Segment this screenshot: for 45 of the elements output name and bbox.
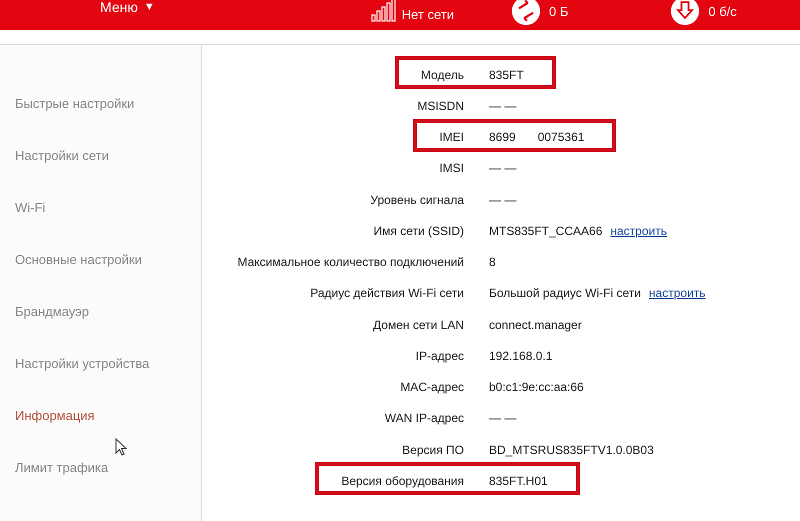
field-label: MSISDN — [417, 98, 464, 113]
sidebar-item[interactable]: Настройки сети — [0, 148, 109, 200]
field-label: Модель — [420, 68, 464, 82]
field-label: IMEI — [439, 130, 464, 144]
network-status: Нет сети — [402, 7, 454, 22]
field-label: Радиус действия Wi-Fi сети — [310, 286, 464, 300]
field-value: — — — [489, 411, 516, 426]
field-value: Большой радиус Wi-Fi сети — [489, 286, 641, 300]
field-label: IP-адрес — [416, 348, 464, 363]
speed-value: 0 б/с — [708, 4, 737, 19]
sidebar-item[interactable]: Основные настройки — [0, 252, 142, 304]
field-label: IMSI — [439, 161, 464, 176]
sidebar-item[interactable]: Быстрые настройки — [0, 96, 134, 148]
sidebar-item[interactable]: Информация — [0, 408, 95, 460]
field-value: 192.168.0.1 — [489, 348, 552, 363]
field-label: Максимальное количество подключений — [237, 255, 464, 270]
sidebar-item[interactable]: Лимит трафика — [0, 460, 108, 512]
sidebar-item[interactable]: Wi-Fi — [0, 200, 46, 252]
field-value: BD_MTSRUS835FTV1.0.0B03 — [489, 442, 654, 457]
field-value: 835FT — [489, 68, 524, 82]
traffic-value: 0 Б — [549, 4, 568, 19]
field-value: MTS835FT_CCAA66 — [489, 224, 602, 238]
sidebar-item[interactable]: Брандмауэр — [0, 304, 89, 356]
field-label: Версия оборудования — [341, 474, 464, 488]
configure-link[interactable]: настроить — [610, 224, 667, 238]
field-value: b0:c1:9e:cc:aa:66 — [489, 380, 584, 394]
menu-button[interactable]: Меню ▼ — [100, 0, 155, 14]
signal-icon — [370, 0, 397, 22]
field-value: — — — [489, 192, 516, 207]
field-label: MAC-адрес — [400, 380, 464, 394]
field-label: Версия ПО — [402, 442, 464, 457]
field-value: 0075361 — [538, 130, 584, 144]
sidebar-item[interactable]: Настройки устройства — [0, 356, 150, 408]
field-label: WAN IP-адрес — [384, 411, 464, 426]
field-value: 8699 — [489, 130, 516, 144]
field-label: Домен сети LAN — [373, 318, 464, 332]
field-label: Имя сети (SSID) — [373, 224, 464, 238]
field-value: — — — [489, 161, 516, 176]
field-value: — — — [489, 98, 516, 113]
field-value: 8 — [489, 255, 496, 270]
field-value: connect.manager — [489, 318, 582, 332]
field-value: 835FT.H01 — [489, 474, 548, 488]
mouse-cursor-icon — [115, 438, 127, 456]
configure-link[interactable]: настроить — [648, 286, 706, 300]
field-label: Уровень сигнала — [370, 192, 464, 207]
